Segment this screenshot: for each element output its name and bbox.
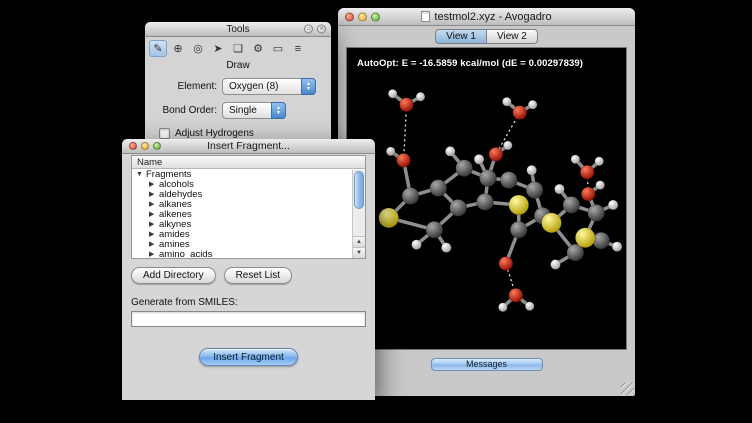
close-button[interactable] (345, 12, 354, 21)
scrollbar-arrows: ▲ ▼ (353, 236, 365, 258)
tab-view-2[interactable]: View 2 (487, 29, 538, 44)
element-dropdown[interactable]: Oxygen (8) ▲▼ (222, 78, 316, 95)
list-item[interactable]: ▶amino_acids (132, 250, 352, 258)
disclosure-triangle-icon[interactable]: ▼ (136, 170, 146, 180)
dock-buttons: ○ × (304, 25, 326, 34)
disclosure-triangle-icon[interactable]: ▶ (149, 190, 159, 200)
zoom-button[interactable] (371, 12, 380, 21)
fragment-list: Name ▼Fragments▶alcohols▶aldehydes▶alkan… (131, 155, 366, 259)
scrollbar-thumb[interactable] (354, 171, 364, 209)
resize-grip[interactable] (621, 382, 634, 395)
scroll-up-icon[interactable]: ▲ (353, 236, 365, 247)
disclosure-triangle-icon[interactable]: ▶ (149, 240, 159, 250)
name-column-header[interactable]: Name (132, 156, 365, 169)
add-directory-button[interactable]: Add Directory (131, 267, 216, 284)
popup-arrows-icon: ▲▼ (271, 102, 286, 119)
element-value: Oxygen (8) (229, 81, 278, 92)
insert-fragment-dialog: Insert Fragment... Name ▼Fragments▶alcoh… (122, 139, 375, 400)
messages-button[interactable]: Messages (431, 358, 543, 371)
bond-order-value: Single (229, 105, 257, 116)
navigate-tool-icon[interactable]: ⊕ (169, 40, 187, 57)
disclosure-triangle-icon[interactable]: ▶ (149, 200, 159, 210)
adjust-hydrogens-checkbox[interactable] (159, 128, 170, 139)
fragment-dialog-titlebar[interactable]: Insert Fragment... (122, 139, 375, 154)
disclosure-triangle-icon[interactable]: ▶ (149, 250, 159, 258)
molecule-viewport[interactable]: AutoOpt: E = -16.5859 kcal/mol (dE = 0.0… (346, 47, 627, 350)
disclosure-triangle-icon[interactable]: ▶ (149, 230, 159, 240)
fragment-dialog-title: Insert Fragment... (207, 140, 290, 152)
view-tabbar: View 1 View 2 (338, 29, 635, 44)
minimize-button[interactable] (141, 142, 149, 150)
main-window-titlebar[interactable]: testmol2.xyz - Avogadro (338, 8, 635, 26)
auto-optimize-tool-icon[interactable]: ⚙ (249, 40, 267, 57)
manipulate-tool-icon[interactable]: ❏ (229, 40, 247, 57)
tool-toolbar: ✎⊕◎➤❏⚙▭≡ (145, 37, 331, 58)
list-item-label: amino_acids (159, 250, 212, 258)
list-scrollbar[interactable]: ▲ ▼ (352, 170, 365, 258)
tools-window-title: Tools (226, 24, 249, 35)
avogadro-main-window: testmol2.xyz - Avogadro View 1 View 2 (338, 8, 635, 396)
minimize-button[interactable] (358, 12, 367, 21)
popup-arrows-icon: ▲▼ (301, 78, 316, 95)
adjust-hydrogens-label: Adjust Hydrogens (175, 128, 254, 139)
tool-section-title: Draw (145, 60, 331, 71)
smiles-input[interactable] (131, 311, 366, 327)
disclosure-triangle-icon[interactable]: ▶ (149, 220, 159, 230)
document-icon (421, 11, 430, 22)
window-controls (129, 142, 161, 150)
selection-tool-icon[interactable]: ➤ (209, 40, 227, 57)
main-window-title: testmol2.xyz - Avogadro (434, 11, 551, 23)
measure-tool-icon[interactable]: ▭ (269, 40, 287, 57)
disclosure-triangle-icon[interactable]: ▶ (149, 210, 159, 220)
insert-fragment-button[interactable]: Insert Fragment (199, 348, 298, 366)
draw-tool-icon[interactable]: ✎ (149, 40, 167, 57)
scroll-down-icon[interactable]: ▼ (353, 247, 365, 258)
reset-list-button[interactable]: Reset List (224, 267, 292, 284)
window-controls (345, 12, 380, 21)
float-button[interactable]: ○ (304, 25, 313, 34)
desktop: testmol2.xyz - Avogadro View 1 View 2 (0, 0, 752, 423)
zoom-button[interactable] (153, 142, 161, 150)
disclosure-triangle-icon[interactable]: ▶ (149, 180, 159, 190)
bond-order-dropdown[interactable]: Single ▲▼ (222, 102, 286, 119)
tools-window-titlebar[interactable]: Tools ○ × (145, 22, 331, 37)
align-tool-icon[interactable]: ≡ (289, 40, 307, 57)
close-button[interactable] (129, 142, 137, 150)
molecule-render (347, 48, 626, 349)
autoopt-status-text: AutoOpt: E = -16.5859 kcal/mol (dE = 0.0… (357, 58, 583, 69)
element-label: Element: (153, 81, 217, 92)
bond-centric-tool-icon[interactable]: ◎ (189, 40, 207, 57)
tab-view-1[interactable]: View 1 (435, 29, 487, 44)
bond-order-label: Bond Order: (153, 105, 217, 116)
smiles-label: Generate from SMILES: (131, 297, 366, 308)
close-button[interactable]: × (317, 25, 326, 34)
